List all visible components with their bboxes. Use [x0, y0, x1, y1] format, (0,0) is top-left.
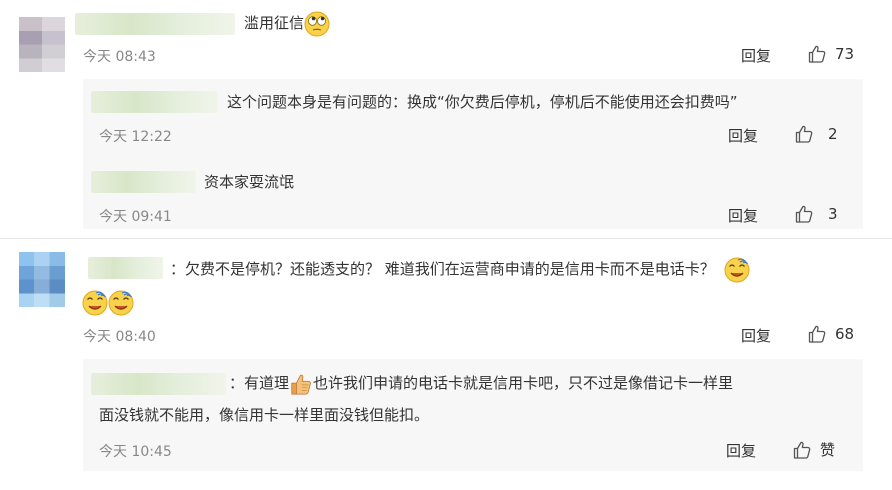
- like-button[interactable]: 68: [807, 324, 854, 344]
- like-label: 赞: [820, 441, 836, 459]
- reply-time: 今天 10:45: [99, 444, 172, 460]
- reply-text: 资本家耍流氓: [204, 173, 295, 191]
- eye-roll-emoji-icon: [304, 11, 330, 37]
- reply-text: ：有道理 也许我们申请的电话卡就是信用卡吧，只不过是像借记卡一样里: [229, 368, 733, 399]
- dizzy-emoji-icon: [82, 290, 108, 316]
- comment-text: 滥用征信: [244, 8, 330, 39]
- reply-username-blurred[interactable]: [91, 373, 226, 395]
- like-icon: [807, 324, 827, 344]
- reply-button[interactable]: 回复: [728, 205, 758, 226]
- like-icon: [794, 124, 814, 144]
- divider: [0, 238, 892, 239]
- reply-button[interactable]: 回复: [741, 45, 771, 66]
- comment-text: ：欠费不是停机？还能透支的？ 难道我们在运营商申请的是信用卡而不是电话卡？: [170, 254, 750, 285]
- emoji-line: [82, 290, 134, 316]
- comment-text-content: 滥用征信: [244, 14, 305, 32]
- like-icon: [792, 440, 812, 460]
- dizzy-emoji-icon: [724, 257, 750, 283]
- reply-button[interactable]: 回复: [728, 125, 758, 146]
- username-blurred[interactable]: [75, 13, 235, 35]
- dizzy-emoji-icon: [108, 290, 134, 316]
- like-button[interactable]: 赞: [792, 439, 835, 460]
- thumbs-up-emoji-icon: [289, 372, 313, 396]
- like-button[interactable]: 73: [807, 44, 854, 64]
- comment-text-line1: ：欠费不是停机？还能透支的？ 难道我们在运营商申请的是信用卡而不是电话卡？: [170, 260, 715, 278]
- like-count: 2: [828, 125, 838, 143]
- reply-button[interactable]: 回复: [726, 440, 756, 461]
- reply-username-blurred[interactable]: [91, 171, 196, 193]
- reply-time: 今天 12:22: [99, 129, 172, 145]
- like-button[interactable]: 3: [794, 204, 838, 224]
- reply-button[interactable]: 回复: [741, 325, 771, 346]
- comment-time: 今天 08:40: [83, 329, 156, 345]
- like-icon: [807, 44, 827, 64]
- like-count: 3: [828, 205, 838, 223]
- like-button[interactable]: 2: [794, 124, 838, 144]
- reply-text-line1: 也许我们申请的电话卡就是信用卡吧，只不过是像借记卡一样里: [313, 374, 734, 392]
- avatar[interactable]: [19, 17, 65, 72]
- like-count: 68: [835, 325, 855, 343]
- reply-time: 今天 09:41: [99, 209, 172, 225]
- avatar[interactable]: [19, 252, 65, 307]
- reply-text-line2: 面没钱就不能用，像信用卡一样里面没钱但能扣。: [99, 406, 430, 424]
- like-icon: [794, 204, 814, 224]
- reply-text: 这个问题本身是有问题的：换成“你欠费后停机，停机后不能使用还会扣费吗”: [227, 93, 738, 111]
- username-blurred[interactable]: [88, 257, 163, 279]
- like-count: 73: [835, 45, 855, 63]
- comment-time: 今天 08:43: [83, 49, 156, 65]
- reply-text-prefix: ：有道理: [229, 374, 290, 392]
- reply-username-blurred[interactable]: [91, 91, 218, 113]
